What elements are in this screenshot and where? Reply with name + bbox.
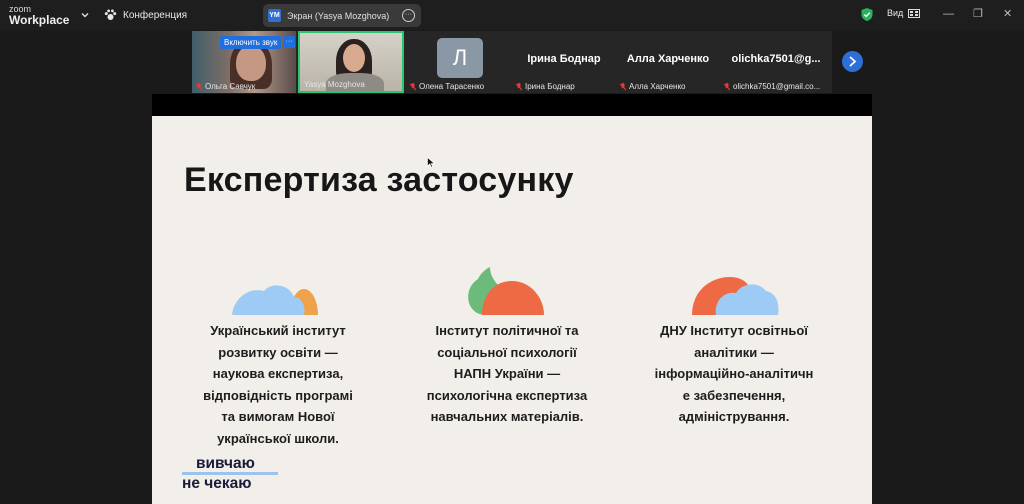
muted-mic-icon [620,82,626,90]
participant-name: Алла Харченко [620,82,685,91]
shield-check-icon[interactable] [860,7,874,22]
participant-tile[interactable]: Л Олена Тарасенко [406,31,510,93]
view-button[interactable]: Вид [887,8,921,18]
org-text-line: навчальних матеріалів. [430,409,584,424]
shared-slide: Експертиза застосунку Український інстит… [152,116,872,504]
participant-name-text: Ольга Савчук [205,82,256,91]
chevron-down-icon[interactable] [80,10,90,20]
org-text-line: наукова експертиза, [212,366,344,381]
org-text-line: психологічна експертиза [426,387,588,403]
paw-icon [104,9,117,20]
meeting-label: Конференция [123,9,188,21]
participant-name: Ірина Боднар [516,82,575,91]
participant-name-text: Yasya Mozghova [304,80,365,89]
red-blue-cloud-icon [692,277,779,315]
org-text-line: розвитку освіти — [218,344,338,360]
tile-more-button[interactable]: ··· [283,36,295,48]
org-text-line: Інститут політичної та [435,323,579,338]
slide-title: Експертиза застосунку [184,161,574,199]
maximize-button[interactable]: ❐ [973,9,983,20]
close-button[interactable]: ✕ [1003,9,1012,20]
unmute-button[interactable]: Включить звук [220,36,282,49]
muted-mic-icon [410,82,416,90]
top-bar: zoom Workplace Конференция YM Экран (Yas… [0,0,1024,30]
participant-tile[interactable]: olichka7501@g... olichka7501@gmail.co... [720,31,832,93]
participant-display-name: Ірина Боднар [527,53,601,65]
participant-tile[interactable]: Включить звук ··· Ольга Савчук [192,31,296,93]
org-text-line: ДНУ Інститут освітньої [660,323,808,338]
share-label: Экран (Yasya Mozghova) [287,10,390,21]
mouse-cursor-icon [427,157,435,168]
next-participants-button[interactable] [842,51,863,72]
green-red-leaf-icon [468,267,544,315]
blue-orange-cloud-icon [232,285,318,315]
brand-line-2: не чекаю [182,475,252,492]
participant-display-name: Алла Харченко [626,53,710,65]
zoom-logo: zoom Workplace [9,4,69,26]
logo-line-2: Workplace [9,13,70,27]
muted-mic-icon [724,82,730,90]
participant-name: Yasya Mozghova [304,80,365,89]
chevron-right-icon [849,56,857,67]
participant-name: Олена Тарасенко [410,82,484,91]
participant-name: Ольга Савчук [196,82,255,91]
org-text-line: української школи. [217,430,339,446]
view-label: Вид [887,8,904,18]
org-description-3: ДНУ Інститут освітньої аналітики — інфор… [646,320,822,428]
org-text-line: Український інститут [210,323,346,338]
participant-tile[interactable]: Алла Харченко Алла Харченко [616,31,720,93]
video-person-face [343,44,365,72]
shared-screen-top-band [152,94,872,116]
sharer-avatar: YM [268,9,281,22]
meeting-info-button[interactable]: Конференция [104,7,187,23]
org-text-line: відповідність програмі [203,387,353,403]
org-text-line: аналітики — [694,344,774,360]
brand-logo: вивчаю не чекаю [182,455,278,492]
org-text-line: інформаційно-аналітичн [654,366,814,381]
brand-line-1: вивчаю [182,455,278,475]
participant-strip: Включить звук ··· Ольга Савчук Yasya Moz… [192,31,832,93]
participant-name-text: Олена Тарасенко [419,82,485,91]
org-text-line: соціальної психології [437,344,577,360]
participant-tile[interactable]: Ірина Боднар Ірина Боднар [512,31,616,93]
org-text-line: НАПН України — [453,366,561,381]
minimize-button[interactable]: — [943,9,954,20]
participant-name-text: Ірина Боднар [525,82,575,91]
grid-view-icon [908,8,921,18]
screen-share-indicator[interactable]: YM Экран (Yasya Mozghova) ··· [263,4,421,27]
muted-mic-icon [516,82,522,90]
avatar: Л [437,38,483,78]
participant-name: olichka7501@gmail.co... [724,82,820,91]
participant-name-text: olichka7501@gmail.co... [733,82,821,91]
participant-tile-active-speaker[interactable]: Yasya Mozghova [298,31,404,93]
more-options-icon[interactable]: ··· [402,9,415,22]
video-person-face [236,45,266,81]
org-text-line: та вимогам Нової [221,409,335,424]
org-text-line: адміністрування. [678,409,790,424]
org-description-1: Український інститут розвитку освіти — н… [198,320,358,449]
org-text-line: е забезпечення, [682,387,786,403]
participant-name-text: Алла Харченко [629,82,686,91]
muted-mic-icon [196,82,202,90]
participant-display-name: olichka7501@g... [731,53,821,65]
org-description-2: Інститут політичної та соціальної психол… [422,320,592,428]
